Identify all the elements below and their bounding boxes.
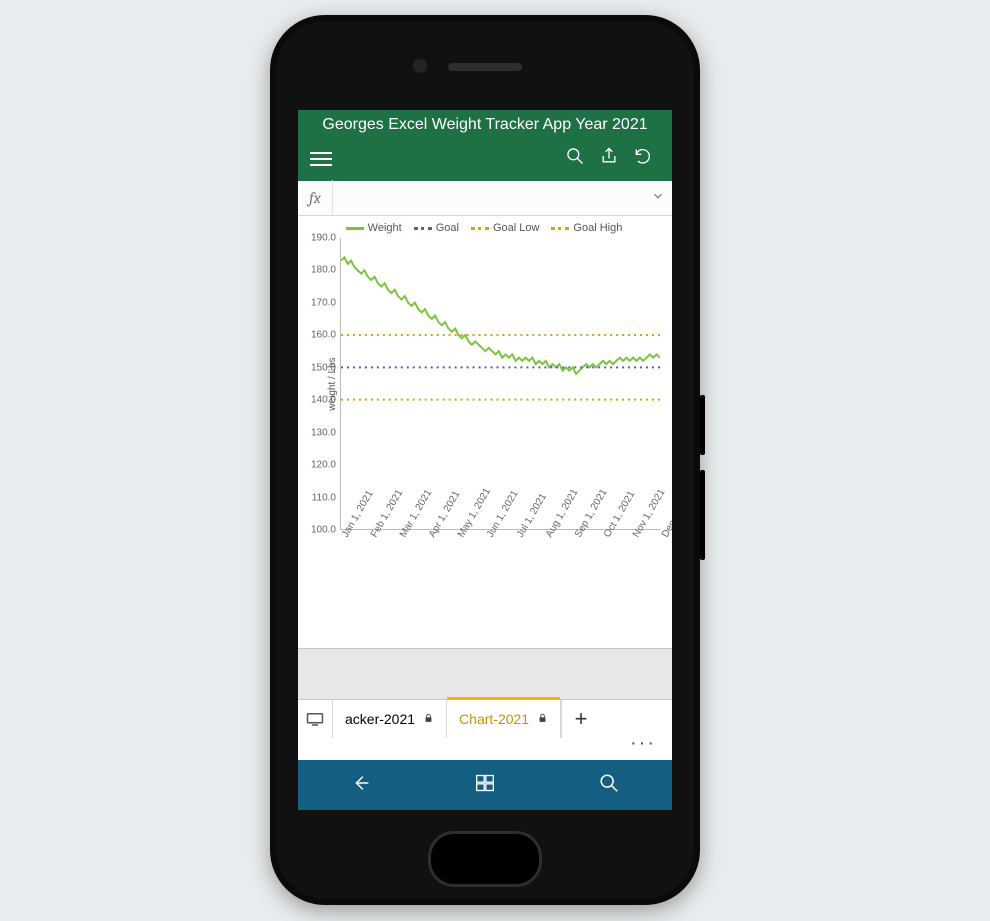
y-tick: 100.0 [311, 525, 336, 536]
legend-item: Weight [346, 222, 402, 234]
y-axis: 100.0110.0120.0130.0140.0150.0160.0170.0… [304, 238, 338, 530]
lock-icon [423, 712, 434, 727]
y-tick: 120.0 [311, 460, 336, 471]
os-search-icon[interactable] [598, 772, 620, 799]
x-axis: Jan 1, 2021Feb 1, 2021Mar 1, 2021Apr 1, … [340, 530, 660, 600]
chart-plot: weight / Lbs 100.0110.0120.0130.0140.015… [340, 238, 660, 530]
sheet-tabs: acker-2021 Chart-2021 + [298, 699, 672, 738]
app-toolbar [298, 140, 672, 181]
share-icon[interactable] [592, 146, 626, 171]
more-icon[interactable]: ··· [298, 738, 672, 760]
sheet-tab-chart-2021[interactable]: Chart-2021 [447, 700, 561, 738]
lock-icon [537, 712, 548, 727]
y-tick: 130.0 [311, 427, 336, 438]
y-tick: 140.0 [311, 395, 336, 406]
add-sheet-button[interactable]: + [561, 700, 600, 738]
legend-item: Goal High [551, 222, 622, 234]
sheet-tab-label: acker-2021 [345, 711, 415, 727]
formula-bar: fx [298, 181, 672, 216]
chart: Weight Goal Goal Low Goal High weight / Lbs… [298, 216, 672, 648]
phone-side-button [700, 395, 705, 455]
phone-frame: Georges Excel Weight Tracker App Year 20… [270, 15, 700, 905]
sheet-tab-label: Chart-2021 [459, 711, 529, 727]
formula-input[interactable] [332, 180, 644, 216]
chart-legend: Weight Goal Goal Low Goal High [304, 222, 664, 234]
home-button[interactable] [428, 831, 542, 887]
sheet-view-icon[interactable] [298, 700, 333, 738]
phone-camera [413, 59, 427, 73]
legend-item: Goal [414, 222, 459, 234]
menu-icon[interactable] [310, 148, 332, 170]
fx-label: fx [298, 189, 332, 207]
y-tick: 150.0 [311, 362, 336, 373]
y-tick: 170.0 [311, 297, 336, 308]
phone-side-button [700, 470, 705, 560]
os-navbar [298, 760, 672, 810]
windows-icon[interactable] [475, 773, 495, 798]
back-icon[interactable] [350, 772, 372, 799]
plot-area [340, 238, 660, 530]
search-icon[interactable] [558, 146, 592, 171]
undo-icon[interactable] [626, 146, 660, 171]
y-tick: 110.0 [312, 492, 336, 503]
app-screen: Georges Excel Weight Tracker App Year 20… [298, 110, 672, 810]
chevron-down-icon[interactable] [644, 189, 672, 208]
app-title: Georges Excel Weight Tracker App Year 20… [298, 110, 672, 140]
y-tick: 160.0 [311, 330, 336, 341]
sheet-tab-tracker-2021[interactable]: acker-2021 [333, 700, 447, 738]
y-tick: 180.0 [311, 265, 336, 276]
y-tick: 190.0 [311, 233, 336, 244]
legend-item: Goal Low [471, 222, 539, 234]
sheet-area[interactable]: Weight Goal Goal Low Goal High weight / Lbs… [298, 216, 672, 648]
phone-speaker [448, 63, 522, 71]
sheet-scroll-gutter [298, 648, 672, 699]
